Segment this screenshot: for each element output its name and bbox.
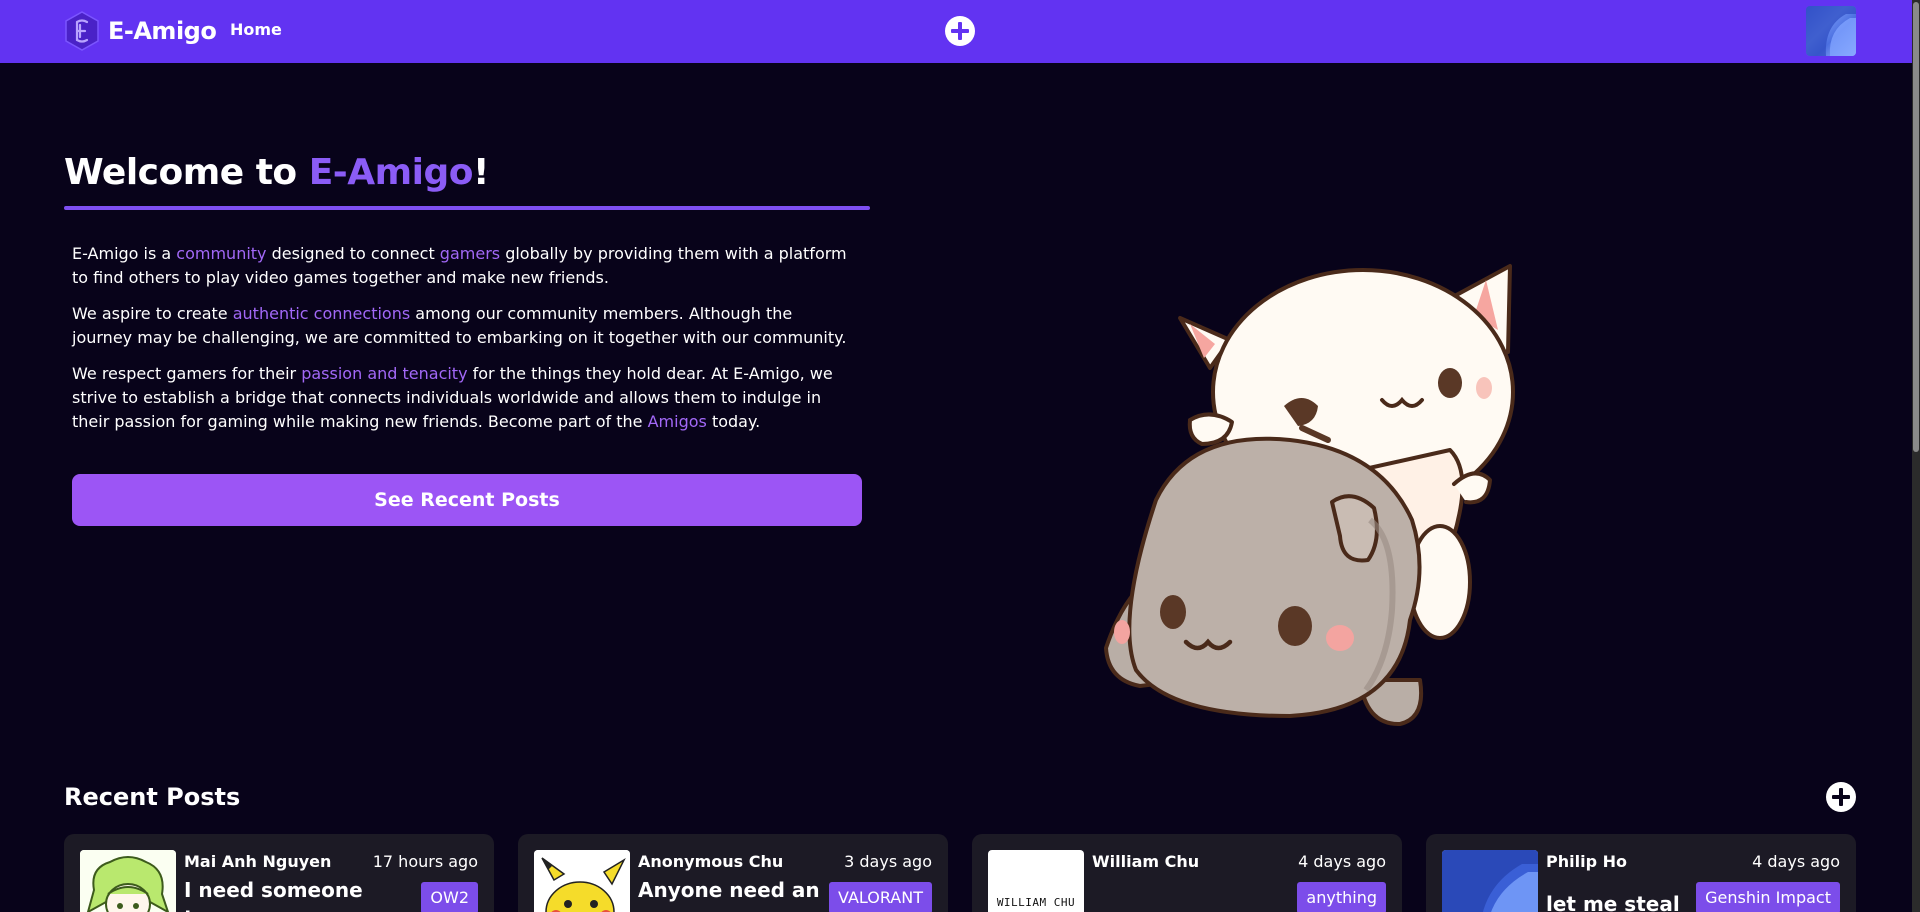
create-post-plus-icon[interactable] <box>945 16 975 46</box>
post-author: Mai Anh Nguyen <box>184 852 332 871</box>
post-card[interactable]: Mai Anh Nguyen 17 hours ago OW2 I need s… <box>64 834 494 912</box>
anime-avatar-icon <box>80 850 176 912</box>
pikachu-icon <box>534 850 630 912</box>
post-timestamp: 4 days ago <box>1752 852 1840 871</box>
post-game-tag[interactable]: OW2 <box>421 882 478 912</box>
hero-paragraph-2: We aspire to create authentic connection… <box>72 304 847 347</box>
brand-name: E-Amigo <box>108 17 217 45</box>
post-title[interactable]: let me steal <box>1546 890 1746 912</box>
post-timestamp: 17 hours ago <box>372 852 478 871</box>
post-thumbnail <box>80 850 176 912</box>
see-recent-posts-button[interactable]: See Recent Posts <box>72 474 862 526</box>
hero-paragraph-3: We respect gamers for their passion and … <box>72 364 833 431</box>
post-thumbnail <box>534 850 630 912</box>
avatar-wallpaper-icon <box>1806 6 1856 56</box>
e-amigo-logo-icon <box>65 11 99 51</box>
post-timestamp: 3 days ago <box>844 852 932 871</box>
top-navbar: E-Amigo Home <box>0 0 1920 63</box>
post-title[interactable]: Anyone need an e <box>638 876 838 912</box>
post-thumbnail <box>1442 850 1538 912</box>
page-scrollbar[interactable] <box>1912 0 1920 912</box>
hero-paragraph-1: E-Amigo is a community designed to conne… <box>72 244 847 287</box>
post-game-tag[interactable]: VALORANT <box>829 882 932 912</box>
post-card[interactable]: Anonymous Chu 3 days ago VALORANT Anyone… <box>518 834 948 912</box>
post-thumbnail: WILLIAM CHU <box>988 850 1084 912</box>
nav-home-link[interactable]: Home <box>230 20 282 39</box>
post-timestamp: 4 days ago <box>1298 852 1386 871</box>
post-author: Anonymous Chu <box>638 852 784 871</box>
hero-title-underline <box>64 206 870 210</box>
post-card[interactable]: Philip Ho 4 days ago Genshin Impact let … <box>1426 834 1856 912</box>
brand-link[interactable]: E-Amigo <box>64 11 217 51</box>
recent-posts-heading: Recent Posts <box>64 783 241 811</box>
post-title[interactable]: I need someone to <box>184 876 384 912</box>
blue-wallpaper-icon <box>1442 850 1538 912</box>
hero-title: Welcome to E-Amigo! <box>64 152 489 193</box>
thumbnail-text: WILLIAM CHU <box>996 896 1076 909</box>
post-author: Philip Ho <box>1546 852 1627 871</box>
user-avatar[interactable] <box>1806 6 1856 56</box>
post-card[interactable]: WILLIAM CHU William Chu 4 days ago anyth… <box>972 834 1402 912</box>
add-post-plus-icon[interactable] <box>1826 782 1856 812</box>
cats-illustration-icon <box>1104 264 1515 727</box>
scrollbar-thumb[interactable] <box>1913 2 1919 452</box>
post-game-tag[interactable]: anything <box>1297 882 1386 912</box>
post-author: William Chu <box>1092 852 1200 871</box>
